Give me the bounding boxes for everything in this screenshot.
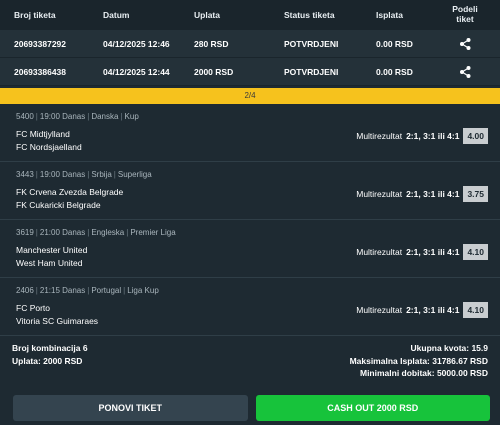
header-date: Datum <box>103 10 130 20</box>
event-country: Danska <box>91 112 119 121</box>
away-team: FK Cukaricki Belgrade <box>16 200 101 210</box>
event-league: Superliga <box>117 170 152 179</box>
ticket-events-list: 5400 | 19:00 Danas | Danska | Kup FC Midtjylla… <box>0 104 500 336</box>
event-code: 5400 <box>16 112 34 121</box>
home-team: FC Porto <box>16 303 51 313</box>
share-button[interactable] <box>448 65 500 78</box>
ticket-status: POTVRDJENI <box>284 66 339 77</box>
summary-left: Broj kombinacija 6 Uplata: 2000 RSD <box>12 342 88 368</box>
share-button[interactable] <box>448 37 500 50</box>
event-meta: 2406 | 21:15 Danas | Portugal | Liga Kup <box>16 286 159 295</box>
combinations-count: Broj kombinacija 6 <box>12 343 88 353</box>
event-league: Liga Kup <box>127 286 159 295</box>
event-time: 21:15 Danas <box>39 286 86 295</box>
min-win: Minimalni dobitak: 5000.00 RSD <box>359 368 488 378</box>
bet-selection: Multirezultat 2:1, 3:1 ili 4:1 3.75 <box>356 186 488 202</box>
event-item: 3619 | 21:00 Danas | Engleska | Premier Liga M… <box>0 220 500 278</box>
header-ticket-id: Broj tiketa <box>14 10 56 20</box>
home-team: FK Crvena Zvezda Belgrade <box>16 187 124 197</box>
bet-pick: 2:1, 3:1 ili 4:1 <box>406 247 460 257</box>
header-payout: Isplata <box>376 10 403 20</box>
ticket-date: 04/12/2025 12:44 <box>103 66 170 77</box>
event-code: 2406 <box>16 286 34 295</box>
event-time: 19:00 Danas <box>39 170 86 179</box>
ticket-payout: 0.00 RSD <box>376 38 413 49</box>
odd-badge: 3.75 <box>463 186 488 202</box>
event-meta: 3619 | 21:00 Danas | Engleska | Premier Liga <box>16 228 176 237</box>
away-team: FC Nordsjaelland <box>16 142 82 152</box>
event-meta: 3443 | 19:00 Danas | Srbija | Superliga <box>16 170 152 179</box>
ticket-payment: 2000 RSD <box>194 66 234 77</box>
ticket-id: 20693386438 <box>14 66 67 77</box>
home-team: Manchester United <box>16 245 88 255</box>
bet-pick: 2:1, 3:1 ili 4:1 <box>406 131 460 141</box>
away-team: West Ham United <box>16 258 83 268</box>
ticket-payout: 0.00 RSD <box>376 66 413 77</box>
odd-badge: 4.10 <box>463 302 488 318</box>
event-code: 3619 <box>16 228 34 237</box>
event-item: 2406 | 21:15 Danas | Portugal | Liga Kup FC Po… <box>0 278 500 336</box>
event-league: Premier Liga <box>130 228 176 237</box>
header-status: Status tiketa <box>284 10 335 20</box>
bet-selection: Multirezultat 2:1, 3:1 ili 4:1 4.00 <box>356 128 488 144</box>
bet-selection: Multirezultat 2:1, 3:1 ili 4:1 4.10 <box>356 302 488 318</box>
cash-out-button[interactable]: CASH OUT 2000 RSD <box>255 395 490 421</box>
summary-payment: Uplata: 2000 RSD <box>12 356 83 366</box>
ticket-summary: Broj kombinacija 6 Uplata: 2000 RSD Ukup… <box>0 336 500 386</box>
odd-badge: 4.00 <box>463 128 488 144</box>
event-time: 19:00 Danas <box>39 112 86 121</box>
bet-market: Multirezultat <box>356 131 403 141</box>
event-country: Engleska <box>91 228 125 237</box>
event-country: Portugal <box>91 286 122 295</box>
event-league: Kup <box>124 112 139 121</box>
away-team: Vitoria SC Guimaraes <box>16 316 99 326</box>
event-code: 3443 <box>16 170 34 179</box>
ticket-row[interactable]: 20693386438 04/12/2025 12:44 2000 RSD PO… <box>0 58 500 86</box>
total-odd: Ukupna kvota: 15.9 <box>410 343 488 353</box>
max-payout: Maksimalna Isplata: 31786.67 RSD <box>349 355 488 366</box>
event-time: 21:00 Danas <box>39 228 86 237</box>
share-icon[interactable] <box>459 65 471 78</box>
ticket-actions: PONOVI TIKET CASH OUT 2000 RSD <box>13 395 490 421</box>
bet-pick: 2:1, 3:1 ili 4:1 <box>406 305 460 315</box>
bet-selection: Multirezultat 2:1, 3:1 ili 4:1 4.10 <box>356 244 488 260</box>
event-item: 5400 | 19:00 Danas | Danska | Kup FC Midtjylla… <box>0 104 500 162</box>
ticket-status: POTVRDJENI <box>284 38 339 49</box>
event-country: Srbija <box>91 170 112 179</box>
ticket-id: 20693387292 <box>14 38 67 49</box>
event-item: 3443 | 19:00 Danas | Srbija | Superliga FK Crv… <box>0 162 500 220</box>
ticket-date: 04/12/2025 12:46 <box>103 38 170 49</box>
summary-right: Ukupna kvota: 15.9 Maksimalna Isplata: 3… <box>350 342 488 380</box>
ticket-row[interactable]: 20693387292 04/12/2025 12:46 280 RSD POT… <box>0 30 500 58</box>
pagination-indicator: 2/4 <box>0 88 500 104</box>
home-team: FC Midtjylland <box>16 129 70 139</box>
share-icon[interactable] <box>459 37 471 50</box>
bet-market: Multirezultat <box>356 247 403 257</box>
bet-market: Multirezultat <box>356 305 403 315</box>
header-payment: Uplata <box>194 10 220 20</box>
bet-market: Multirezultat <box>356 189 403 199</box>
ticket-payment: 280 RSD <box>194 38 229 49</box>
header-share: Podeli tiket <box>452 4 478 24</box>
event-meta: 5400 | 19:00 Danas | Danska | Kup <box>16 112 139 121</box>
odd-badge: 4.10 <box>463 244 488 260</box>
bet-pick: 2:1, 3:1 ili 4:1 <box>406 189 460 199</box>
tickets-table-header: Broj tiketa Datum Uplata Status tiketa I… <box>0 0 500 30</box>
repeat-ticket-button[interactable]: PONOVI TIKET <box>13 395 248 421</box>
